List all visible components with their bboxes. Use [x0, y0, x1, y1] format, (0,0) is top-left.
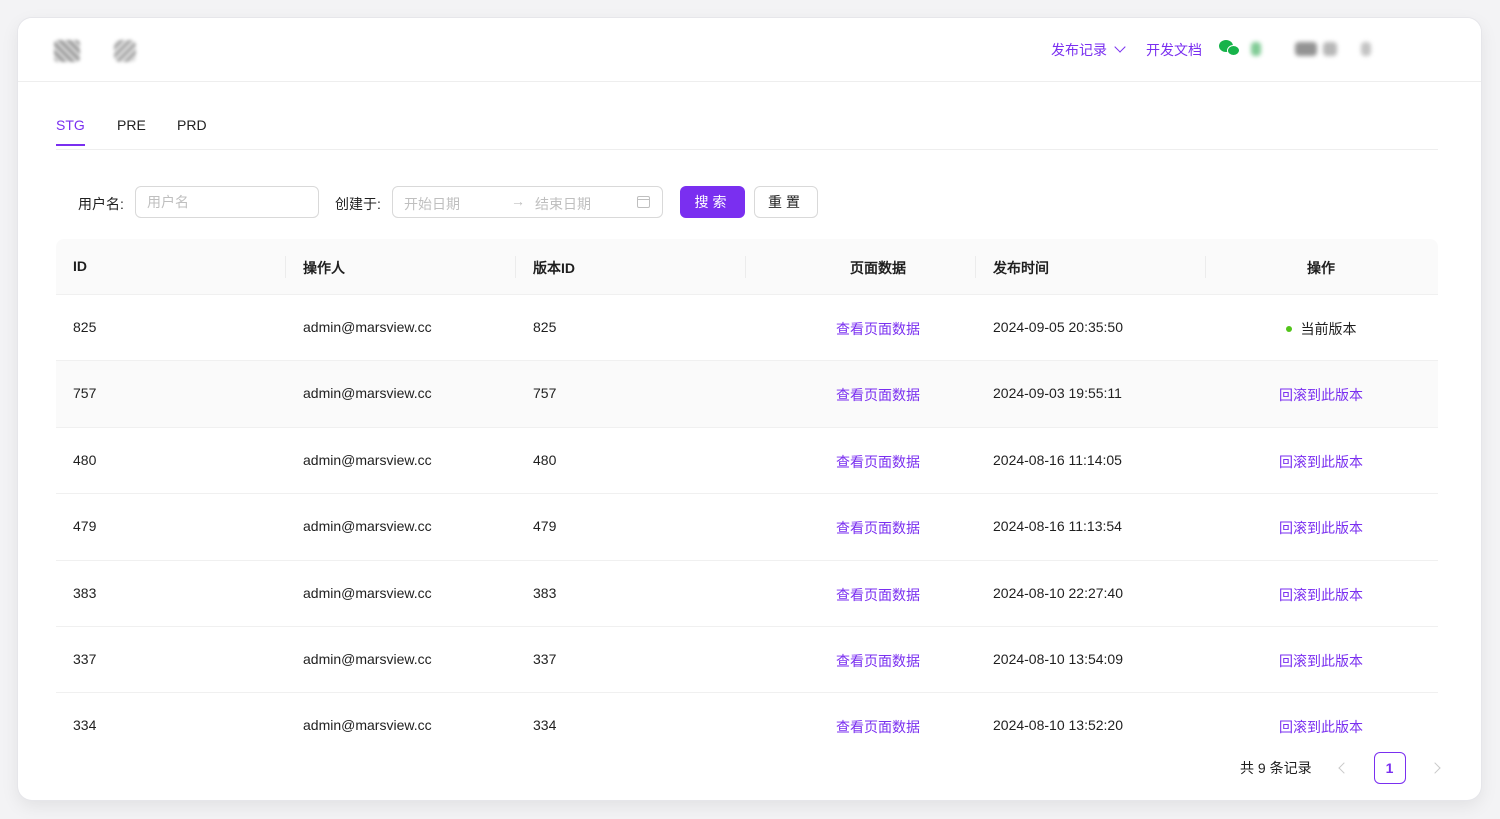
rollback-link[interactable]: 回滚到此版本: [1206, 518, 1436, 538]
calendar-icon: [637, 196, 650, 208]
rollback-link[interactable]: 回滚到此版本: [1206, 717, 1436, 737]
view-page-data-link[interactable]: 查看页面数据: [763, 651, 993, 671]
app-window: 发布记录 开发文档 STG PRE PRD 用户名: 创建于: 开始日期 → 结…: [18, 18, 1481, 800]
view-page-data-link[interactable]: 查看页面数据: [763, 717, 993, 737]
rollback-link[interactable]: 回滚到此版本: [1206, 651, 1436, 671]
pagination: 共 9 条记录 1: [1240, 752, 1446, 784]
cell-operator: admin@marsview.cc: [303, 650, 432, 667]
rollback-link[interactable]: 回滚到此版本: [1206, 585, 1436, 605]
cell-version: 334: [533, 717, 557, 734]
cell-publish-time: 2024-09-05 20:35:50: [993, 319, 1123, 335]
rollback-link[interactable]: 回滚到此版本: [1206, 385, 1436, 405]
chevron-down-icon: [1115, 43, 1125, 53]
tab-stg[interactable]: STG: [56, 117, 85, 146]
tab-prd[interactable]: PRD: [177, 117, 207, 145]
release-records-menu[interactable]: 发布记录: [1051, 40, 1125, 60]
th-action: 操作: [1307, 260, 1335, 276]
view-page-data-link[interactable]: 查看页面数据: [763, 385, 993, 405]
th-operator: 操作人: [303, 260, 345, 276]
cell-operator: admin@marsview.cc: [303, 451, 432, 468]
reset-button[interactable]: 重置: [754, 186, 818, 218]
cell-id: 334: [73, 717, 97, 734]
cell-version: 757: [533, 385, 557, 402]
logo-icon[interactable]: [54, 40, 80, 62]
chevron-left-icon[interactable]: [1334, 759, 1352, 777]
table-row: 337 admin@marsview.cc 337 查看页面数据 2024-08…: [56, 627, 1438, 694]
top-header: 发布记录 开发文档: [18, 18, 1481, 82]
cell-operator: admin@marsview.cc: [303, 518, 432, 535]
environment-tabs: STG PRE PRD: [56, 114, 1438, 150]
th-page-data: 页面数据: [850, 260, 906, 276]
brand-icon: [114, 40, 136, 62]
cell-publish-time: 2024-08-16 11:13:54: [993, 518, 1122, 535]
end-date-input[interactable]: 结束日期: [535, 194, 591, 214]
cell-id: 337: [73, 650, 97, 667]
table-row: 383 admin@marsview.cc 383 查看页面数据 2024-08…: [56, 561, 1438, 627]
wechat-icon[interactable]: [1219, 40, 1241, 58]
status-label: 当前版本: [1300, 321, 1357, 337]
status-dot-icon: [1285, 326, 1292, 332]
cell-id: 825: [73, 319, 97, 335]
chevron-right-icon[interactable]: [1428, 759, 1446, 777]
cell-operator: admin@marsview.cc: [303, 584, 432, 601]
dev-docs-link[interactable]: 开发文档: [1146, 40, 1202, 60]
search-button[interactable]: 搜索: [680, 186, 745, 218]
total-count: 共 9 条记录: [1240, 760, 1312, 776]
view-page-data-link[interactable]: 查看页面数据: [763, 452, 993, 472]
table-row: 479 admin@marsview.cc 479 查看页面数据 2024-08…: [56, 494, 1438, 561]
cell-operator: admin@marsview.cc: [303, 717, 432, 734]
table-header: ID 操作人 版本ID 页面数据 发布时间 操作: [56, 239, 1438, 295]
user-tools-icons[interactable]: [1251, 38, 1401, 62]
cell-id: 480: [73, 451, 97, 468]
flag-icon: [1251, 42, 1261, 56]
start-date-input[interactable]: 开始日期: [404, 194, 460, 214]
date-range-picker[interactable]: 开始日期 → 结束日期: [392, 186, 663, 218]
cell-version: 337: [533, 650, 557, 667]
cell-version: 479: [533, 518, 557, 535]
cell-operator: admin@marsview.cc: [303, 319, 432, 335]
cell-version: 383: [533, 584, 557, 601]
release-table: ID 操作人 版本ID 页面数据 发布时间 操作 825 admin@marsv…: [56, 239, 1438, 760]
username-input[interactable]: [135, 186, 319, 218]
user-icon: [1323, 42, 1337, 56]
view-page-data-link[interactable]: 查看页面数据: [763, 585, 993, 605]
tab-pre[interactable]: PRE: [117, 117, 146, 145]
arrow-right-icon: →: [511, 193, 525, 209]
cell-version: 480: [533, 451, 557, 468]
rollback-link[interactable]: 回滚到此版本: [1206, 452, 1436, 472]
view-page-data-link[interactable]: 查看页面数据: [763, 518, 993, 538]
current-version-status: 当前版本: [1206, 319, 1436, 339]
avatar-icon: [1295, 42, 1317, 56]
table-row: 757 admin@marsview.cc 757 查看页面数据 2024-09…: [56, 361, 1438, 428]
table-row: 334 admin@marsview.cc 334 查看页面数据 2024-08…: [56, 693, 1438, 759]
release-records-label: 发布记录: [1051, 42, 1107, 58]
created-label: 创建于:: [335, 196, 381, 212]
table-row: 825 admin@marsview.cc 825 查看页面数据 2024-09…: [56, 295, 1438, 362]
th-id: ID: [73, 258, 87, 274]
cell-id: 383: [73, 584, 97, 601]
cell-publish-time: 2024-08-10 13:52:20: [993, 717, 1123, 734]
cell-publish-time: 2024-09-03 19:55:11: [993, 385, 1122, 402]
cell-publish-time: 2024-08-10 13:54:09: [993, 650, 1123, 667]
username-label: 用户名:: [78, 196, 124, 212]
th-publish-time: 发布时间: [993, 260, 1049, 276]
cell-publish-time: 2024-08-10 22:27:40: [993, 584, 1123, 601]
cell-id: 479: [73, 518, 97, 535]
cell-version: 825: [533, 319, 557, 335]
cell-id: 757: [73, 385, 97, 402]
th-version: 版本ID: [533, 260, 575, 276]
cell-publish-time: 2024-08-16 11:14:05: [993, 451, 1122, 468]
cell-operator: admin@marsview.cc: [303, 385, 432, 402]
table-row: 480 admin@marsview.cc 480 查看页面数据 2024-08…: [56, 428, 1438, 495]
page-1-button[interactable]: 1: [1373, 752, 1406, 784]
pointer-icon: [1361, 42, 1371, 56]
view-page-data-link[interactable]: 查看页面数据: [763, 319, 993, 339]
